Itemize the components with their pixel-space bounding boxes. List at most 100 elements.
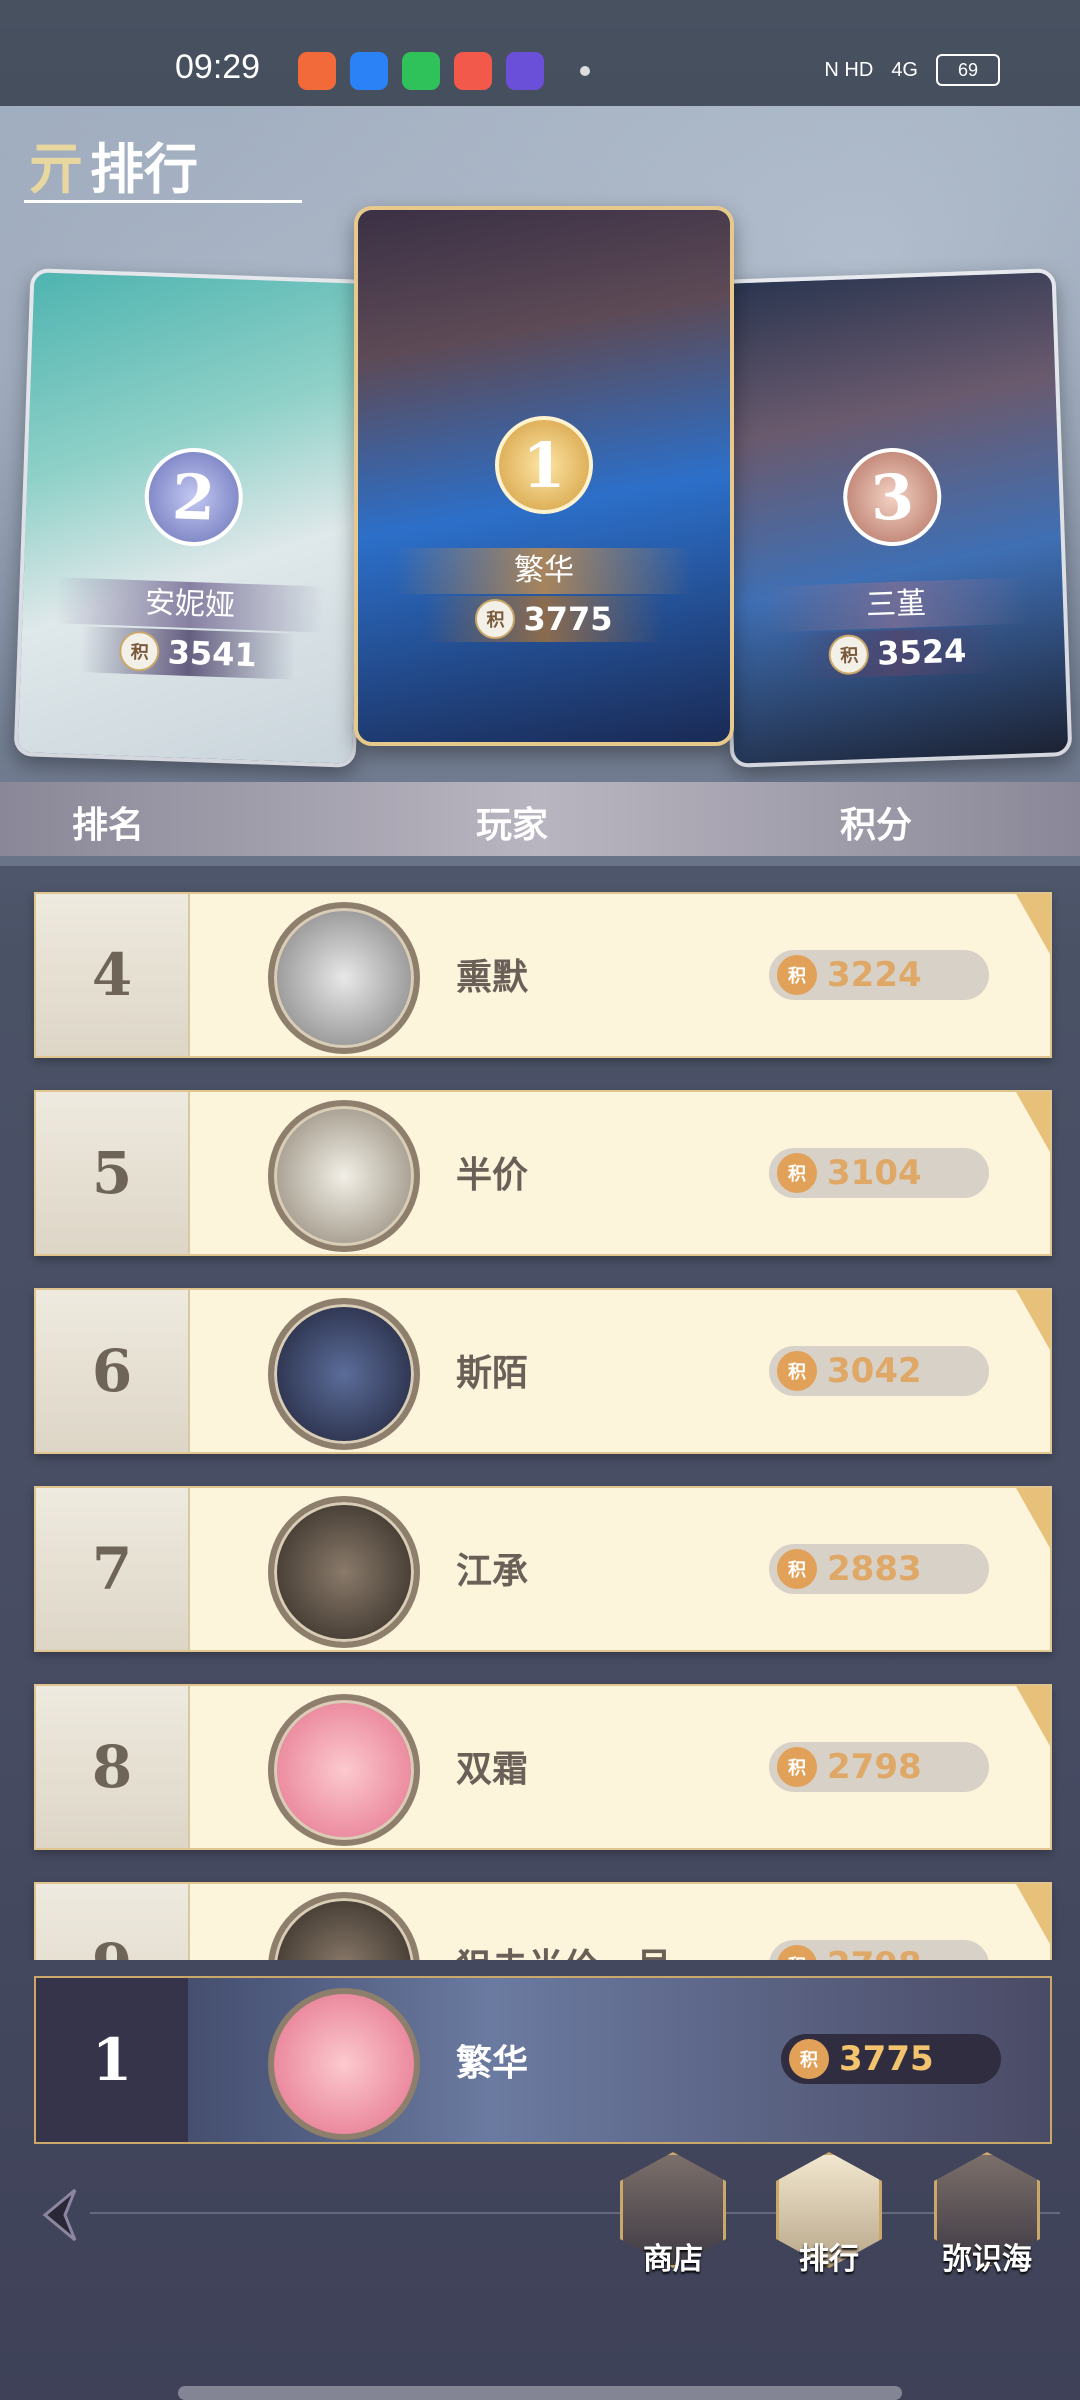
score-coin-icon: 积 [119, 630, 161, 672]
status-time: 09:29 [175, 48, 261, 86]
table-header: 排名 玩家 积分 [0, 782, 1080, 856]
app-icon [350, 52, 388, 90]
header-rank: 排名 [72, 805, 145, 846]
rank-number: 6 [91, 1337, 133, 1405]
score-pill: 积 2883 [769, 1544, 989, 1594]
more-dot [580, 66, 590, 76]
nav-mysea-button[interactable]: 弥识海 [932, 2152, 1042, 2282]
score-coin-icon: 积 [777, 1747, 817, 1787]
score-value: 2798 [827, 1945, 922, 1960]
page-title-text: 排行 [90, 137, 198, 201]
score-coin-icon: 积 [777, 1351, 817, 1391]
podium-card-rank-3[interactable]: 3 三堇 积 3524 [713, 268, 1073, 768]
score-coin-icon: 积 [475, 599, 516, 639]
avatar[interactable] [268, 1988, 420, 2140]
score-pill: 积 3042 [769, 1346, 989, 1396]
rank-number: 5 [91, 1139, 133, 1207]
score-coin-icon: 积 [777, 955, 817, 995]
score-coin-icon: 积 [789, 2039, 829, 2079]
rank-number: 1 [91, 2026, 133, 2094]
podium-name: 繁华 [395, 548, 693, 594]
header-score: 积分 [840, 805, 913, 846]
score-coin-icon: 积 [777, 1153, 817, 1193]
app-icon [402, 52, 440, 90]
rank-cell: 9 [36, 1884, 190, 1960]
nav-rank-button[interactable]: 排行 [774, 2152, 884, 2282]
corner-ornament [1016, 1686, 1050, 1746]
avatar[interactable] [268, 1496, 420, 1648]
corner-ornament [1016, 1290, 1050, 1350]
rank-cell: 8 [36, 1686, 190, 1848]
score-coin-icon: 积 [777, 1549, 817, 1589]
nav-mysea-label: 弥识海 [942, 2242, 1032, 2277]
header-player: 玩家 [476, 805, 549, 846]
battery-icon: 69 [936, 54, 1000, 86]
rank-cell: 4 [36, 894, 190, 1056]
score-value: 2883 [827, 1549, 922, 1589]
score-value: 2798 [827, 1747, 922, 1787]
nav-shop-button[interactable]: 商店 [618, 2152, 728, 2282]
home-indicator[interactable] [178, 2386, 902, 2400]
corner-ornament [1016, 1488, 1050, 1548]
avatar[interactable] [268, 1100, 420, 1252]
podium-score: 积 3524 [790, 626, 1006, 680]
avatar[interactable] [268, 902, 420, 1054]
rank-cell: 5 [36, 1092, 190, 1254]
score-pill: 积 3775 [781, 2034, 1001, 2084]
rank-cell: 1 [36, 1978, 188, 2142]
status-bar: 09:29 N HD 4G 69 [0, 0, 1080, 106]
page-title: 亓 排行 [28, 124, 198, 205]
status-right: N HD 4G 69 [824, 54, 1000, 86]
rank-badge: 1 [495, 416, 593, 514]
corner-ornament [1016, 1884, 1050, 1944]
podium-card-rank-2[interactable]: 2 安妮娅 积 3541 [13, 268, 373, 768]
avatar[interactable] [268, 1694, 420, 1846]
score-value: 3224 [827, 955, 922, 995]
nav-shop-label: 商店 [643, 2242, 703, 2277]
avatar[interactable] [268, 1892, 420, 1960]
signal-icon: 4G [891, 58, 918, 81]
nav-rank-label: 排行 [799, 2242, 859, 2277]
corner-ornament [1016, 1092, 1050, 1152]
podium-name: 三堇 [761, 577, 1031, 633]
score-pill: 积 3224 [769, 950, 989, 1000]
app-icon [506, 52, 544, 90]
corner-ornament [1016, 894, 1050, 954]
rank-number: 4 [91, 941, 133, 1009]
rank-cell: 7 [36, 1488, 190, 1650]
rank-emblem-icon: 亓 [28, 136, 84, 202]
table-row[interactable]: 6 斯陌 积 3042 [34, 1288, 1052, 1454]
rank-cell: 6 [36, 1290, 190, 1452]
podium-score: 积 3775 [424, 596, 664, 642]
score-value: 3042 [827, 1351, 922, 1391]
player-name: 繁华 [456, 2043, 529, 2084]
my-rank-row[interactable]: 1 繁华 积 3775 [34, 1976, 1052, 2144]
podium-score: 积 3541 [80, 626, 296, 680]
table-row[interactable]: 5 半价 积 3104 [34, 1090, 1052, 1256]
player-name: 双霜 [456, 1749, 529, 1790]
score-pill: 积2798 [769, 1742, 989, 1792]
avatar[interactable] [268, 1298, 420, 1450]
player-name: 江承 [456, 1551, 529, 1592]
ranking-list[interactable]: 4 熏默 积 3224 5 半价 积 3104 6 斯陌 积 3042 7 江承 积2… [0, 870, 1080, 1960]
nfc-hd-icon: N HD [824, 58, 874, 81]
score-value: 3104 [827, 1153, 922, 1193]
podium-card-rank-1[interactable]: 1 繁华 积 3775 [354, 206, 734, 746]
table-row[interactable]: 4 熏默 积 3224 [34, 892, 1052, 1058]
app-icon [298, 52, 336, 90]
score-coin-icon: 积 [828, 633, 870, 676]
player-name: 熏默 [456, 957, 529, 998]
back-arrow-icon[interactable] [30, 2180, 100, 2250]
table-row[interactable]: 7 江承 积 2883 [34, 1486, 1052, 1652]
notification-icons [298, 52, 544, 90]
table-row[interactable]: 9 狙击半价一号 积 2798 [34, 1882, 1052, 1960]
rank-number: 9 [92, 1931, 132, 1960]
app-icon [454, 52, 492, 90]
score-coin-icon: 积 [777, 1945, 817, 1960]
player-name: 半价 [456, 1155, 529, 1196]
score-value: 3775 [839, 2039, 934, 2079]
score-pill: 积 2798 [769, 1940, 989, 1960]
table-row[interactable]: 8 双霜 积 2798 [34, 1684, 1052, 1850]
player-name: 斯陌 [456, 1353, 529, 1394]
rank-number: 8 [91, 1733, 133, 1801]
